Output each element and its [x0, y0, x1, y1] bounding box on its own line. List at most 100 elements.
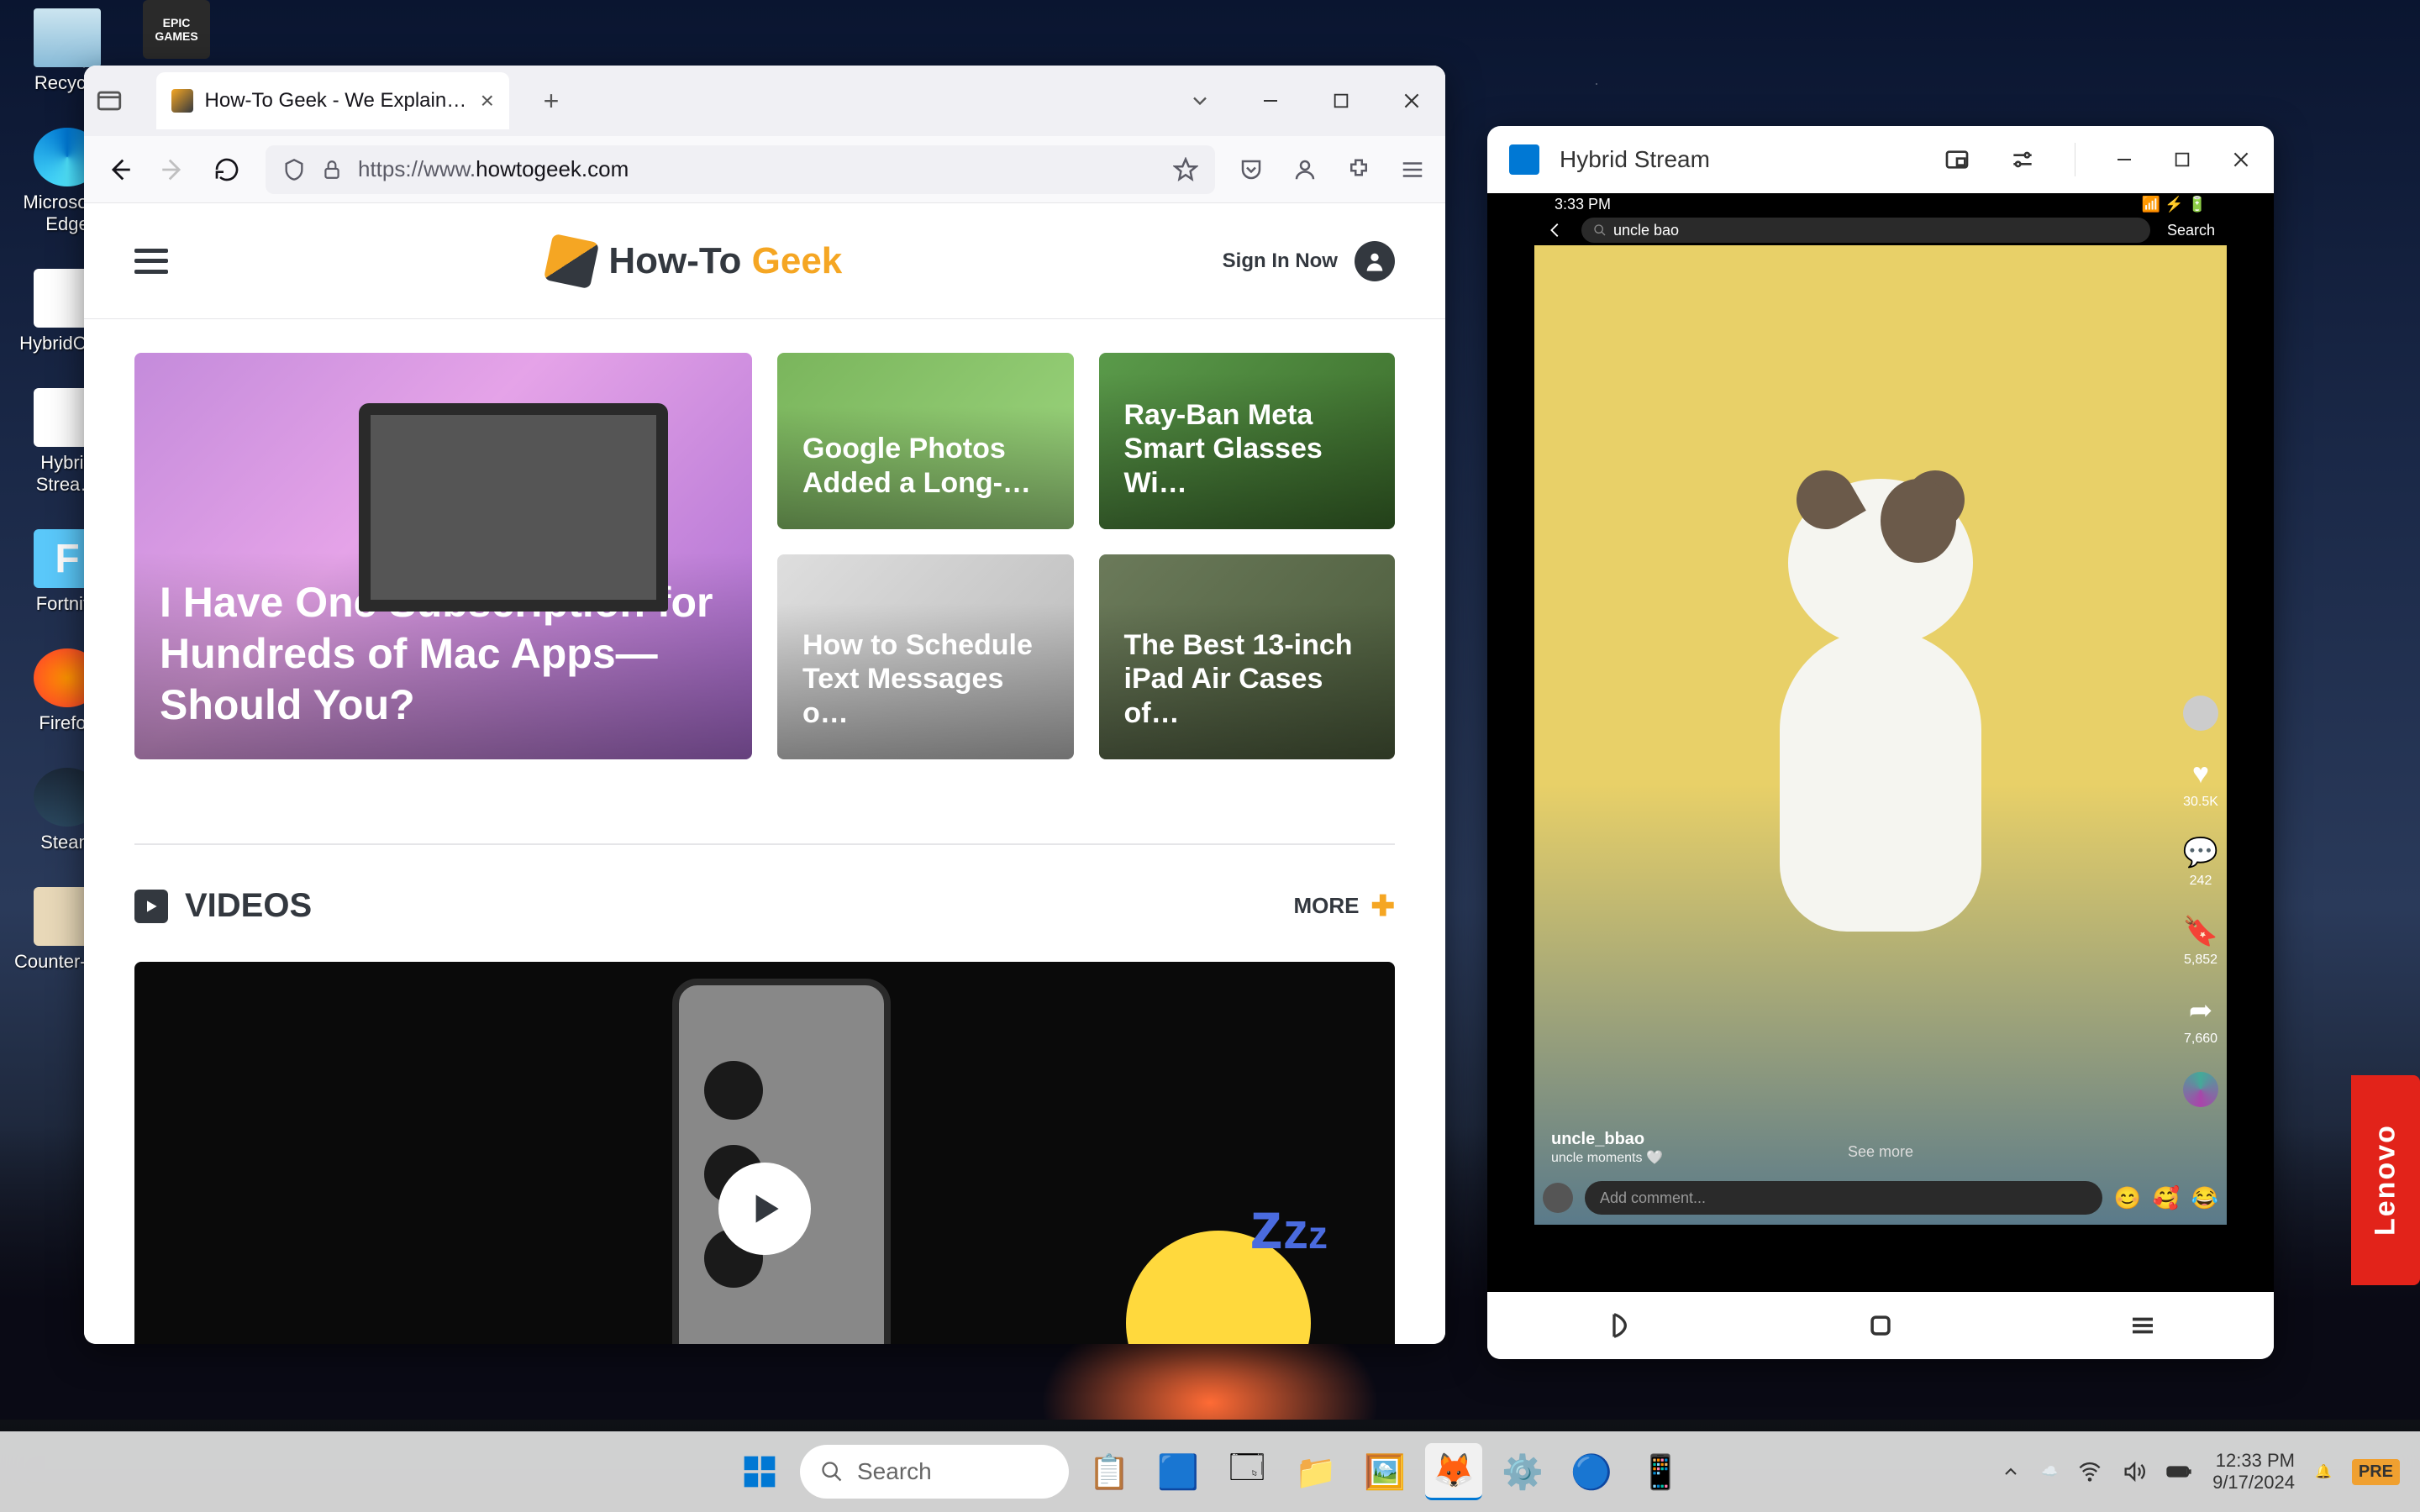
story-card-3[interactable]: How to Schedule Text Messages o…: [777, 554, 1074, 759]
play-button-icon[interactable]: [718, 1163, 811, 1255]
hybrid-titlebar: Hybrid Stream: [1487, 126, 2274, 193]
video-player[interactable]: zzz: [134, 962, 1395, 1344]
settings-taskbar-button[interactable]: ⚙️: [1494, 1443, 1551, 1500]
hybrid-settings-button[interactable]: [2009, 146, 2036, 173]
new-tab-button[interactable]: +: [534, 84, 568, 118]
windows-taskbar: Search 📋 🟦 🗔 📁 🖼️ 🦊 ⚙️ 🔵 📱 ☁️ 12:33 PM 9…: [0, 1431, 2420, 1512]
file-explorer-button[interactable]: 📁: [1287, 1443, 1344, 1500]
videos-play-icon: [134, 890, 168, 923]
emoji-button-1[interactable]: 😊: [2114, 1184, 2141, 1211]
sound-disc-button[interactable]: [2183, 1072, 2218, 1107]
epic-games-icon[interactable]: EPIC GAMES: [143, 0, 210, 59]
hybrid-close-button[interactable]: [2230, 149, 2252, 171]
pocket-icon[interactable]: [1239, 157, 1264, 182]
1password-button[interactable]: 🔵: [1563, 1443, 1620, 1500]
site-header: How-To Geek Sign In Now: [84, 203, 1445, 319]
android-nav-bar: [1487, 1292, 2274, 1359]
recent-browsing-button[interactable]: [94, 86, 124, 116]
menu-icon[interactable]: [1400, 157, 1425, 182]
system-tray: ☁️ 12:33 PM 9/17/2024 🔔 PRE: [2001, 1450, 2420, 1494]
task-view-button[interactable]: 📋: [1081, 1443, 1138, 1500]
emoji-button-3[interactable]: 😂: [2191, 1184, 2218, 1211]
minimize-button[interactable]: [1255, 86, 1286, 116]
tab-close-button[interactable]: ×: [481, 87, 494, 114]
emoji-button-2[interactable]: 🥰: [2153, 1184, 2180, 1211]
avatar-icon: [1355, 241, 1395, 281]
tray-chevron-icon[interactable]: [2001, 1462, 2021, 1482]
ime-indicator[interactable]: PRE: [2352, 1459, 2400, 1485]
android-recents-button[interactable]: [2122, 1305, 2164, 1347]
firefox-taskbar-button[interactable]: 🦊: [1425, 1443, 1482, 1500]
comment-button[interactable]: 💬 242: [2183, 835, 2218, 889]
hamburger-menu-button[interactable]: [134, 249, 168, 274]
url-input[interactable]: https://www.howtogeek.com: [266, 145, 1215, 194]
phone-screen: 3:33 PM 📶 ⚡ 🔋 uncle bao Search: [1487, 193, 2274, 1292]
android-back-button[interactable]: [1597, 1305, 1639, 1347]
taskbar-search[interactable]: Search: [800, 1445, 1069, 1499]
copilot-button[interactable]: 🟦: [1150, 1443, 1207, 1500]
tiktok-video[interactable]: ♥ 30.5K 💬 242 🔖 5,852 ➦ 7,660: [1534, 245, 2227, 1225]
android-home-button[interactable]: [1860, 1305, 1902, 1347]
firefox-window: How-To Geek - We Explain Tech × +: [84, 66, 1445, 1344]
start-button[interactable]: [731, 1443, 788, 1500]
tab-title: How-To Geek - We Explain Tech: [205, 89, 469, 113]
phone-search-button[interactable]: Search: [2167, 222, 2215, 239]
hybrid-title: Hybrid Stream: [1560, 146, 1710, 173]
videos-more-link[interactable]: MORE✚: [1294, 890, 1396, 923]
battery-icon[interactable]: [2165, 1458, 2192, 1485]
phone-status-bar: 3:33 PM 📶 ⚡ 🔋: [1487, 193, 2274, 215]
extensions-icon[interactable]: [1346, 157, 1371, 182]
signin-button[interactable]: Sign In Now: [1223, 241, 1395, 281]
clock[interactable]: 12:33 PM 9/17/2024: [2212, 1450, 2295, 1494]
featured-stories: I Have One Subscription for Hundreds of …: [84, 319, 1445, 793]
site-logo[interactable]: How-To Geek: [548, 238, 842, 285]
phone-back-button[interactable]: [1546, 221, 1565, 239]
page-content: How-To Geek Sign In Now I Have One Subsc…: [84, 203, 1445, 1344]
explorer-button[interactable]: 🗔: [1218, 1443, 1276, 1500]
maximize-button[interactable]: [1326, 86, 1356, 116]
phone-search-input[interactable]: uncle bao: [1581, 218, 2150, 243]
hybrid-stream-taskbar-button[interactable]: 📱: [1632, 1443, 1689, 1500]
url-text: https://www.howtogeek.com: [358, 156, 1158, 182]
video-profile-button[interactable]: [2183, 696, 2218, 731]
comment-avatar-icon: [1543, 1183, 1573, 1213]
onedrive-icon[interactable]: ☁️: [2041, 1463, 2058, 1480]
save-button[interactable]: 🔖 5,852: [2183, 914, 2218, 968]
video-caption: uncle moments 🤍: [1551, 1149, 1663, 1166]
hybrid-app-icon: [1509, 144, 1539, 175]
close-button[interactable]: [1397, 86, 1427, 116]
back-button[interactable]: [104, 155, 134, 185]
forward-button[interactable]: [158, 155, 188, 185]
logo-icon: [544, 233, 599, 288]
favicon-icon: [171, 89, 193, 113]
like-button[interactable]: ♥ 30.5K: [2183, 756, 2218, 810]
hero-card[interactable]: I Have One Subscription for Hundreds of …: [134, 353, 752, 759]
volume-icon[interactable]: [2122, 1460, 2145, 1483]
notification-icon[interactable]: 🔔: [2315, 1463, 2332, 1480]
wifi-icon[interactable]: [2078, 1460, 2102, 1483]
videos-section: VIDEOS MORE✚ zzz: [84, 793, 1445, 1344]
story-card-2[interactable]: Ray-Ban Meta Smart Glasses Wi…: [1099, 353, 1396, 529]
phone-search-bar: uncle bao Search: [1487, 215, 2274, 245]
hybrid-pip-button[interactable]: [1944, 146, 1970, 173]
bookmark-star-icon[interactable]: [1173, 157, 1198, 182]
share-button[interactable]: ➦ 7,660: [2183, 993, 2218, 1047]
hybrid-maximize-button[interactable]: [2173, 150, 2191, 169]
reload-button[interactable]: [212, 155, 242, 185]
video-actions: ♥ 30.5K 💬 242 🔖 5,852 ➦ 7,660: [2183, 696, 2218, 1107]
video-info: uncle_bbao uncle moments 🤍: [1551, 1130, 1663, 1166]
story-card-4[interactable]: The Best 13-inch iPad Air Cases of…: [1099, 554, 1396, 759]
story-card-1[interactable]: Google Photos Added a Long-…: [777, 353, 1074, 529]
videos-heading: VIDEOS: [185, 887, 312, 925]
comment-input[interactable]: Add comment...: [1585, 1181, 2102, 1215]
video-username[interactable]: uncle_bbao: [1551, 1130, 1663, 1149]
comment-bar: Add comment... 😊 🥰 😂: [1543, 1179, 2218, 1216]
hybrid-minimize-button[interactable]: [2114, 150, 2134, 170]
see-more-button[interactable]: See more: [1848, 1143, 1913, 1161]
browser-tab[interactable]: How-To Geek - We Explain Tech ×: [156, 72, 509, 129]
lenovo-badge[interactable]: Lenovo: [2351, 1075, 2420, 1285]
photos-button[interactable]: 🖼️: [1356, 1443, 1413, 1500]
tabs-dropdown-button[interactable]: [1185, 86, 1215, 116]
account-icon[interactable]: [1292, 157, 1318, 182]
address-bar: https://www.howtogeek.com: [84, 136, 1445, 203]
